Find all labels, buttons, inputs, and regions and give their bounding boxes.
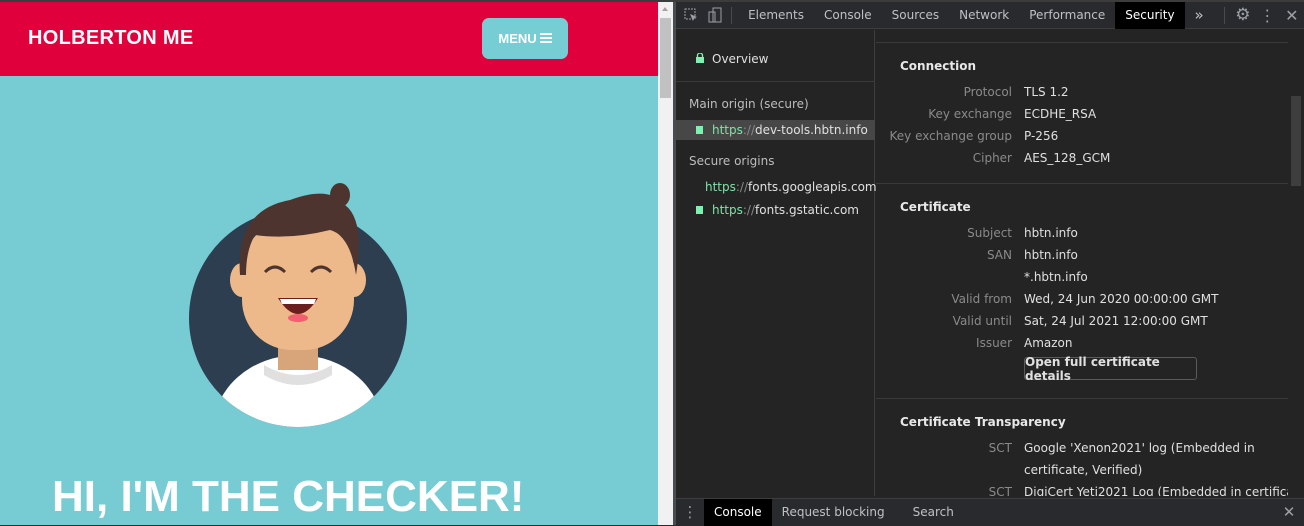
device-toolbar-icon[interactable]	[704, 7, 725, 23]
origin-host: fonts.gstatic.com	[755, 203, 859, 217]
row-key: Key exchange	[928, 107, 1012, 121]
sidebar-item-secure-origin[interactable]: https://fonts.gstatic.com	[676, 200, 875, 220]
secure-indicator-icon	[696, 206, 703, 214]
drawer-tab-console[interactable]: Console	[704, 498, 772, 526]
devtools-toolbar: Elements Console Sources Network Perform…	[676, 1, 1304, 29]
settings-gear-icon[interactable]: ⚙	[1231, 5, 1255, 25]
secure-origins-header: Secure origins	[689, 154, 775, 168]
detail-row: Subject hbtn.info	[876, 226, 1288, 248]
menu-button[interactable]: MENU	[482, 18, 568, 59]
origin-separator: ://	[735, 180, 749, 194]
toolbar-divider	[731, 6, 733, 24]
row-key: Subject	[967, 226, 1012, 240]
detail-row: Protocol TLS 1.2	[876, 85, 1288, 107]
sidebar-item-overview[interactable]: Overview	[676, 49, 875, 69]
detail-row: SCT Google 'Xenon2021' log (Embedded in	[876, 441, 1288, 463]
detail-row: SAN hbtn.info	[876, 248, 1288, 270]
row-value: hbtn.info	[1024, 248, 1078, 262]
detail-row: Cipher AES_128_GCM	[876, 151, 1288, 173]
tab-console[interactable]: Console	[814, 2, 882, 29]
detail-row: Key exchange ECDHE_RSA	[876, 107, 1288, 129]
tab-elements[interactable]: Elements	[738, 2, 814, 29]
detail-row: SCT DigiCert Yeti2021 Log (Embedded in ce…	[876, 485, 1288, 496]
scrollbar-thumb[interactable]	[1291, 96, 1301, 186]
origin-host: dev-tools.hbtn.info	[755, 123, 868, 137]
row-key: Protocol	[963, 85, 1012, 99]
tab-security[interactable]: Security	[1115, 1, 1185, 29]
row-key: Valid until	[952, 314, 1012, 328]
sidebar-divider	[676, 81, 875, 82]
row-value: Sat, 24 Jul 2021 12:00:00 GMT	[1024, 314, 1208, 328]
close-devtools-icon[interactable]: ✕	[1280, 6, 1304, 25]
details-scrollbar[interactable]	[1288, 30, 1304, 496]
row-key: SAN	[986, 248, 1012, 262]
row-key: SCT	[988, 485, 1012, 496]
origin-scheme: https	[705, 180, 736, 194]
row-key: Issuer	[976, 336, 1012, 350]
row-value: AES_128_GCM	[1024, 151, 1111, 165]
row-key: Key exchange group	[889, 129, 1012, 143]
origin-scheme: https	[712, 203, 743, 217]
web-page: HOLBERTON ME MENU HI, I'M THE CHECKER!	[0, 2, 658, 525]
more-options-icon[interactable]: ⋮	[1255, 6, 1279, 25]
certificate-title: Certificate	[900, 200, 971, 214]
hero-heading: HI, I'M THE CHECKER!	[52, 472, 525, 521]
more-tabs-icon[interactable]: »	[1185, 2, 1214, 29]
connection-section: Connection Protocol TLS 1.2 Key exchange E…	[876, 42, 1288, 182]
detail-row: Valid from Wed, 24 Jun 2020 00:00:00 GMT	[876, 292, 1288, 314]
row-value: Amazon	[1024, 336, 1073, 350]
drawer-menu-icon[interactable]: ⋮	[676, 503, 704, 521]
row-value: *.hbtn.info	[1024, 270, 1088, 284]
sidebar-item-secure-origin[interactable]: https://fonts.googleapis.com	[676, 177, 877, 197]
page-scrollbar[interactable]	[658, 2, 673, 525]
scroll-up-arrow-icon[interactable]	[662, 7, 668, 11]
row-value: ECDHE_RSA	[1024, 107, 1097, 121]
row-value: Google 'Xenon2021' log (Embedded in	[1024, 441, 1255, 455]
row-value: DigiCert Yeti2021 Log (Embedded in certi…	[1024, 485, 1288, 496]
connection-title: Connection	[900, 59, 977, 73]
origin-scheme: https	[712, 123, 743, 137]
menu-label: MENU	[498, 31, 537, 46]
scrollbar-thumb[interactable]	[660, 18, 671, 98]
open-certificate-details-button[interactable]: Open full certificate details	[1024, 355, 1197, 383]
drawer-tab-search[interactable]: Search	[903, 499, 964, 526]
detail-row: Key exchange group P-256	[876, 129, 1288, 151]
hamburger-icon	[539, 31, 552, 46]
origin-separator: ://	[742, 123, 756, 137]
close-drawer-icon[interactable]: ✕	[1274, 503, 1304, 521]
row-value: TLS 1.2	[1024, 85, 1069, 99]
origin-details: Connection Protocol TLS 1.2 Key exchange E…	[876, 30, 1288, 496]
certificate-transparency-section: Certificate Transparency SCT Google 'Xeno…	[876, 398, 1288, 496]
row-key: Valid from	[951, 292, 1012, 306]
row-key: SCT	[988, 441, 1012, 455]
row-value: P-256	[1024, 129, 1059, 143]
secure-indicator-icon	[696, 126, 703, 134]
avatar-illustration	[189, 183, 407, 427]
sidebar-item-main-origin[interactable]: https://dev-tools.hbtn.info	[676, 120, 875, 140]
row-value: hbtn.info	[1024, 226, 1078, 240]
devtools-panel: Elements Console Sources Network Perform…	[676, 1, 1304, 526]
main-origin-header: Main origin (secure)	[689, 97, 809, 111]
transparency-title: Certificate Transparency	[900, 415, 1066, 429]
row-value: certificate, Verified)	[1024, 463, 1143, 477]
origin-separator: ://	[742, 203, 756, 217]
site-logo[interactable]: HOLBERTON ME	[28, 27, 193, 50]
detail-row: Valid until Sat, 24 Jul 2021 12:00:00 GMT	[876, 314, 1288, 336]
row-value: Wed, 24 Jun 2020 00:00:00 GMT	[1024, 292, 1219, 306]
tab-sources[interactable]: Sources	[882, 2, 949, 29]
lock-icon	[696, 52, 704, 66]
tab-network[interactable]: Network	[949, 2, 1019, 29]
devtools-drawer: ⋮ Console Request blocking Search ✕	[676, 498, 1304, 526]
toolbar-divider	[1223, 6, 1225, 24]
origin-host: fonts.googleapis.com	[748, 180, 877, 194]
tab-performance[interactable]: Performance	[1019, 2, 1115, 29]
security-sidebar: Overview Main origin (secure) https://de…	[676, 30, 877, 496]
row-key: Cipher	[972, 151, 1012, 165]
inspect-element-icon[interactable]	[678, 8, 704, 22]
site-header: HOLBERTON ME MENU	[0, 2, 658, 76]
detail-row: certificate, Verified)	[876, 463, 1288, 485]
overview-label: Overview	[712, 52, 769, 66]
drawer-tab-request-blocking[interactable]: Request blocking	[772, 499, 895, 526]
detail-row: *.hbtn.info	[876, 270, 1288, 292]
